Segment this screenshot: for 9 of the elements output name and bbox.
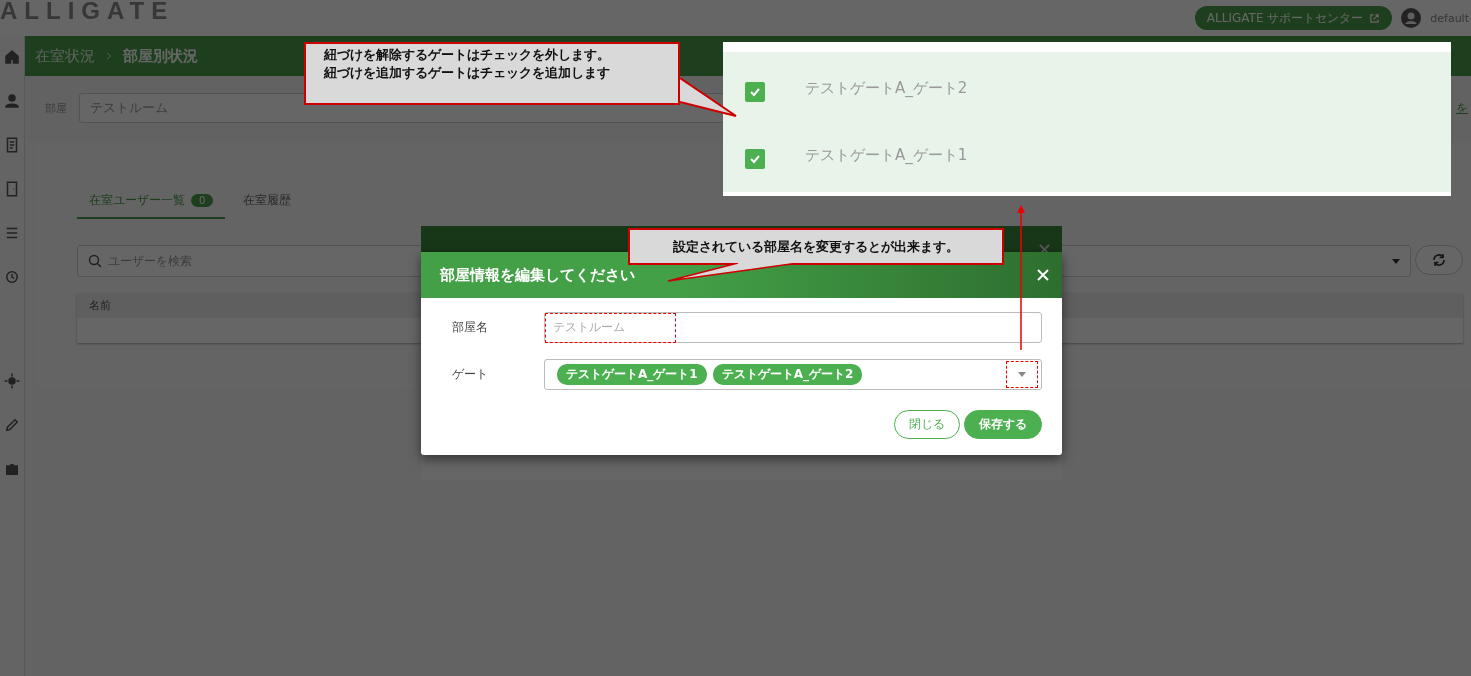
field-label: ゲート [452,366,489,383]
callout-text: 紐づけを追加するゲートはチェックを追加します [324,64,611,82]
placeholder-text: テストルーム [545,312,676,343]
callout-text: 紐づけを解除するゲートはチェックを外します。 [324,46,611,64]
field-label: 部屋名 [452,319,489,336]
count-badge: 0 [191,194,214,207]
breadcrumb-current: 部屋別状況 [123,46,198,66]
callout-text: 設定されている部屋名を変更するとが出来ます。 [673,237,959,256]
dialog-title: 部屋情報を編集してください [440,265,635,285]
